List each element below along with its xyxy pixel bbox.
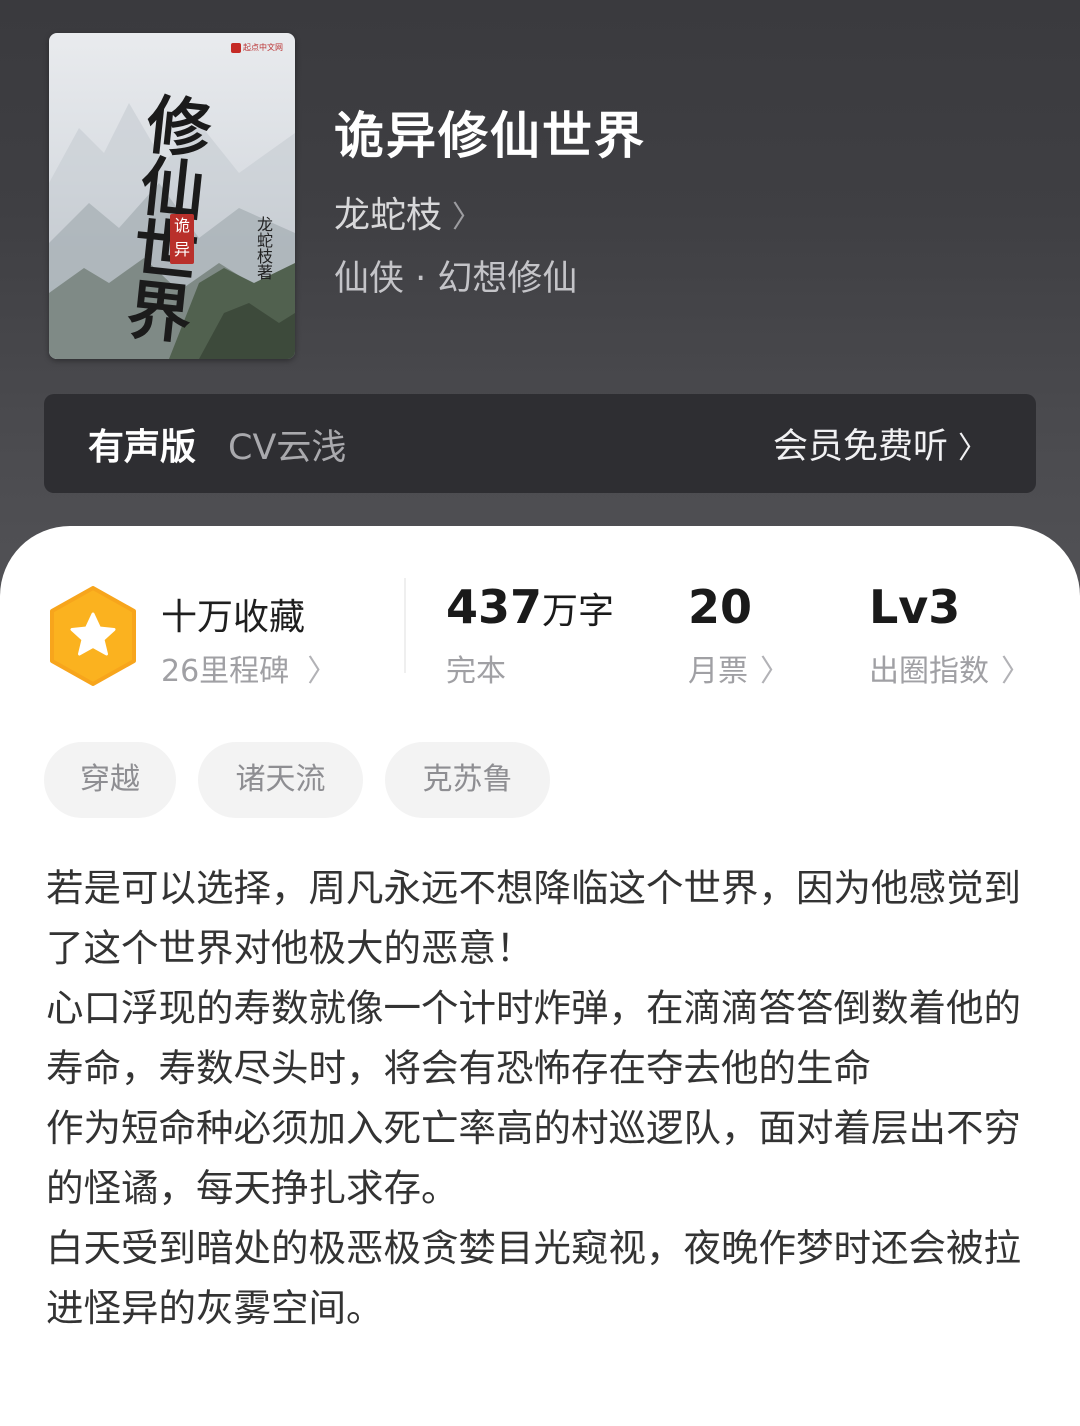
tag-chip[interactable]: 克苏鲁 [385,742,550,818]
description-paragraph: 作为短命种必须加入死亡率高的村巡逻队，面对着层出不穷的怪谲，每天挣扎求存。 [46,1106,1021,1210]
cover-seal: 诡 异 [170,214,194,264]
monthly-tickets-link[interactable]: 月票〉 [688,646,790,690]
stats-divider [404,578,406,673]
popularity-index-link[interactable]: 出圈指数〉 [869,646,1031,690]
tag-chip[interactable]: 诸天流 [198,742,363,818]
member-free-listen-button[interactable]: 会员免费听〉 [773,418,988,469]
publisher-badge-icon [231,42,241,53]
description-paragraph: 心口浮现的寿数就像一个计时炸弹，在滴滴答答倒数着他的寿命，寿数尽头时，将会有恐怖… [46,986,1021,1090]
audio-cv: CV云浅 [228,428,347,468]
audio-version-bar[interactable]: 有声版 CV云浅 会员免费听〉 [44,394,1036,493]
publisher-logo: 起点中文网 [231,41,291,55]
milestone-link[interactable]: 26里程碑〉 [161,646,337,690]
book-genre: 仙侠 · 幻想修仙 [334,259,578,299]
chevron-right-icon: 〉 [1001,654,1031,689]
tag-chip[interactable]: 穿越 [44,742,176,818]
audio-label: 有声版 [88,427,197,468]
book-cover[interactable]: 起点中文网 修 仙 世 界 诡 异 龙 蛇 枝 著 [49,33,295,359]
chevron-right-icon: 〉 [307,654,338,689]
chevron-right-icon: 〉 [452,200,483,235]
monthly-tickets-count: 20 [688,580,753,634]
word-count: 437万字 [446,580,615,634]
book-description: 若是可以选择，周凡永远不想降临这个世界，因为他感觉到了这个世界对他极大的恶意！ … [46,858,1041,1338]
author-name: 龙蛇枝 [334,195,443,236]
author-link[interactable]: 龙蛇枝〉 [334,186,482,238]
description-paragraph: 若是可以选择，周凡永远不想降临这个世界，因为他感觉到了这个世界对他极大的恶意！ [46,866,1021,970]
chevron-right-icon: 〉 [958,431,988,466]
chevron-right-icon: 〉 [760,654,790,689]
cover-author: 龙 蛇 枝 著 [257,215,274,282]
index-level: Lv3 [869,580,961,634]
book-title: 诡异修仙世界 [334,107,646,165]
star-hexagon-icon [50,586,136,686]
status-label: 完本 [446,654,506,689]
favorites-count: 十万收藏 [161,597,306,638]
description-paragraph: 白天受到暗处的极恶极贪婪目光窥视，夜晚作梦时还会被拉进怪异的灰雾空间。 [46,1226,1021,1330]
